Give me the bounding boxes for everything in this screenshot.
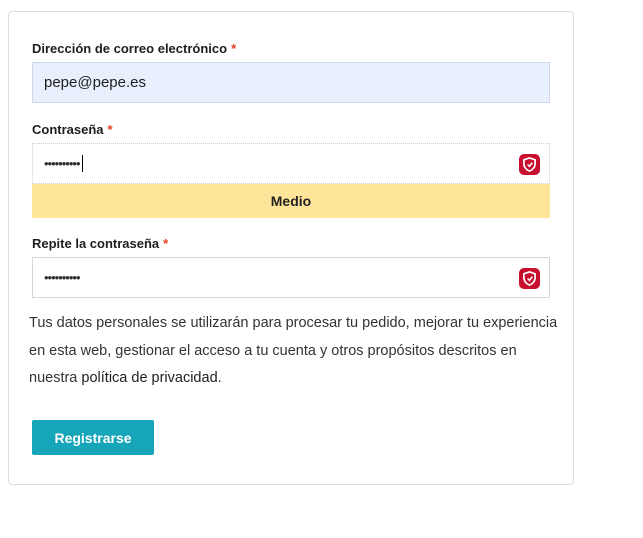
- repeat-password-label: Repite la contraseña *: [32, 236, 168, 251]
- register-button[interactable]: Registrarse: [32, 420, 154, 455]
- password-value: ••••••••••: [44, 156, 81, 171]
- email-label-text: Dirección de correo electrónico: [32, 41, 228, 56]
- repeat-password-label-text: Repite la contraseña: [32, 236, 160, 251]
- password-strength-meter: Medio: [32, 184, 550, 218]
- strength-label: Medio: [270, 193, 312, 209]
- required-mark: *: [107, 122, 113, 137]
- privacy-end: .: [217, 370, 222, 386]
- repeat-password-value: ••••••••••: [44, 270, 81, 285]
- privacy-notice: Tus datos personales se utilizarán para …: [29, 310, 569, 393]
- email-label: Dirección de correo electrónico *: [32, 41, 236, 56]
- text-caret: [81, 155, 83, 172]
- required-mark: *: [231, 41, 237, 56]
- password-label-text: Contraseña: [32, 122, 104, 137]
- password-field[interactable]: ••••••••••: [32, 143, 550, 184]
- password-manager-icon[interactable]: [519, 268, 540, 289]
- password-manager-icon[interactable]: [519, 154, 540, 175]
- register-form-card: Dirección de correo electrónico * pepe@pe…: [8, 11, 574, 485]
- password-label: Contraseña *: [32, 122, 113, 137]
- email-field[interactable]: pepe@pepe.es: [32, 62, 550, 103]
- privacy-policy-link[interactable]: política de privacidad: [81, 370, 217, 386]
- email-value: pepe@pepe.es: [44, 74, 146, 91]
- repeat-password-field[interactable]: ••••••••••: [32, 257, 550, 298]
- required-mark: *: [163, 236, 169, 251]
